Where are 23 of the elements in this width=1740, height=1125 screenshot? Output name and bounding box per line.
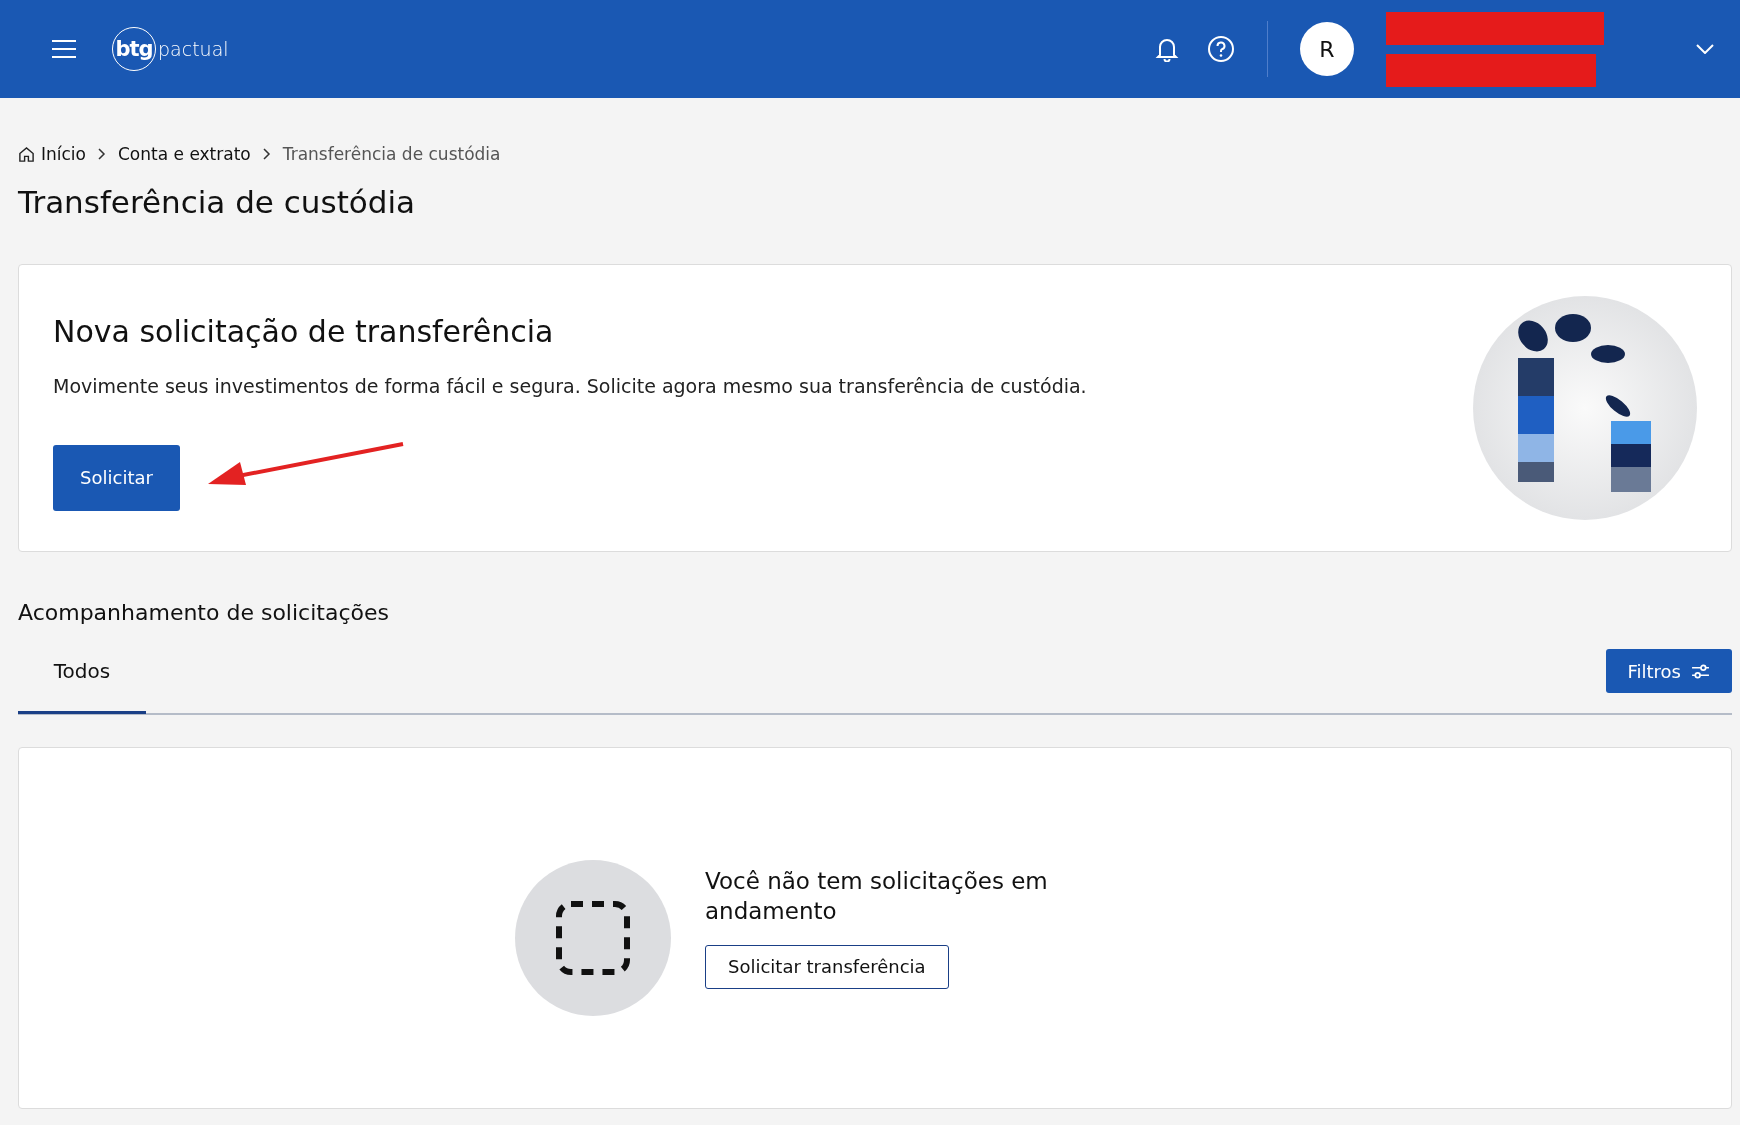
breadcrumb-link[interactable]: Início [18,144,86,164]
request-transfer-button[interactable]: Solicitar transferência [705,944,949,989]
dashed-square-icon [555,900,631,976]
card-description: Movimente seus investimentos de forma fácil e segura. Solicite agora mesmo sua transferência de custódia. [53,374,1088,397]
sliders-icon [1691,663,1710,679]
section-title: Acompanhamento de solicitações [18,600,390,625]
breadcrumb-link[interactable]: Conta e extrato [118,144,251,164]
chevron-right-icon [98,148,106,160]
chevron-right-icon [262,148,271,160]
card-title: Nova solicitação de transferência [53,313,555,349]
home-icon [18,145,35,163]
avatar[interactable]: R [1300,22,1354,76]
chevron-down-icon[interactable] [1696,44,1714,54]
request-button[interactable]: Solicitar [53,444,180,511]
breadcrumb-current: Transferência de custódia [282,144,501,164]
logo[interactable]: btg pactual [112,27,229,71]
filter-button[interactable]: Filtros [1605,649,1732,693]
help-icon[interactable] [1207,35,1235,63]
menu-icon[interactable] [52,40,76,58]
tab[interactable]: Todos [18,650,146,714]
page-title: Transferência de custódia [18,184,417,220]
empty-message: Você não tem solicitações em andamento [705,867,1049,926]
bell-icon[interactable] [1155,36,1179,62]
